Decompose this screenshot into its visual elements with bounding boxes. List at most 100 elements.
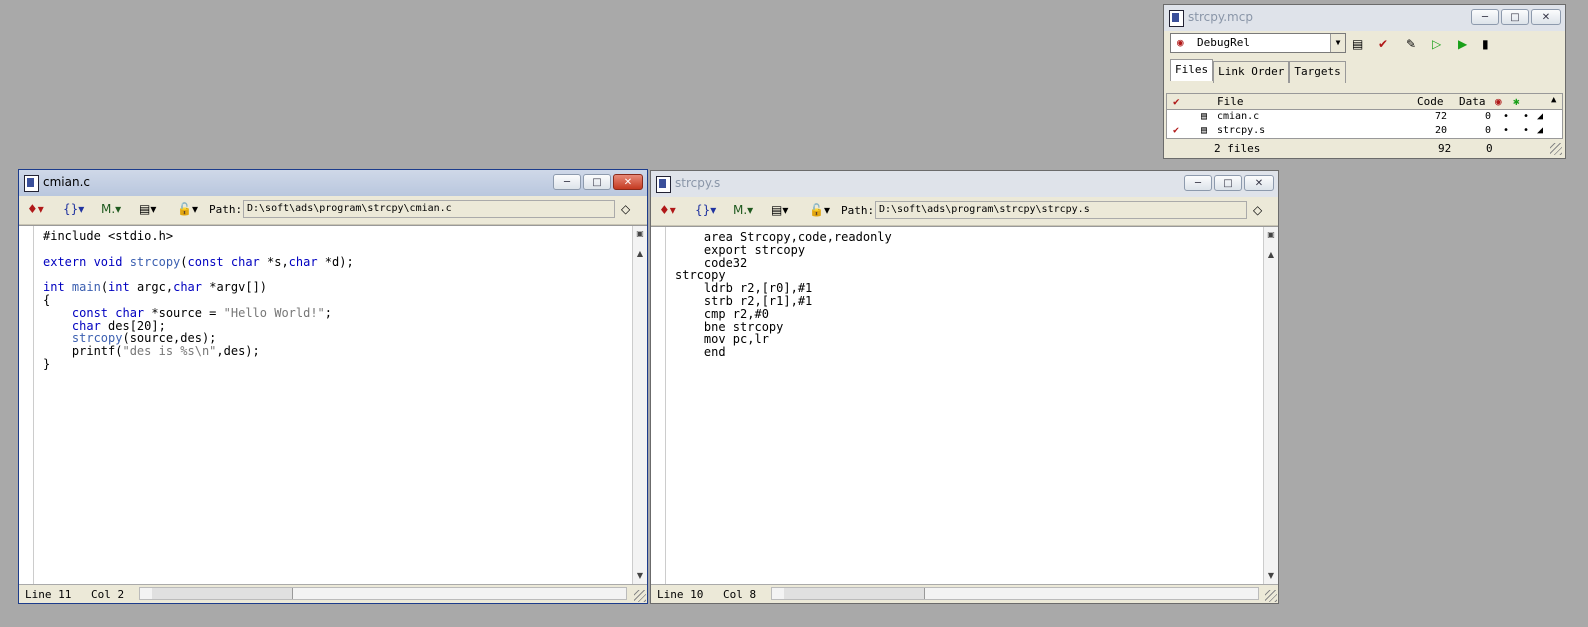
code-editor[interactable]: area Strcopy,code,readonly export strcop… <box>651 226 1278 584</box>
code-token: char <box>288 254 318 269</box>
editor-window-strcpy[interactable]: strcpy.s ─ □ ✕ ♦▾ {}▾ M.▾ ▤▾ 🔓▾ Path: D:… <box>650 170 1279 604</box>
debug-dot[interactable]: • <box>1503 125 1509 136</box>
close-button[interactable]: ✕ <box>613 174 643 190</box>
vertical-scrollbar[interactable]: ▣ ▲ ▼ <box>1263 227 1278 584</box>
code-token: int <box>108 280 130 295</box>
code-token: extern void <box>43 254 130 269</box>
data-size: 0 <box>1485 125 1492 136</box>
code-token: char <box>173 280 202 295</box>
close-button[interactable]: ✕ <box>1244 175 1274 191</box>
code-column-header[interactable]: Code <box>1417 95 1444 108</box>
code-token: end <box>675 345 726 360</box>
settings-icon[interactable]: ▤ <box>1352 37 1363 51</box>
editor-window-cmian[interactable]: cmian.c ─ □ ✕ ♦▾ {}▾ M.▾ ▤▾ 🔓▾ Path: D:\… <box>18 169 648 604</box>
file-menu-icon[interactable]: ◢ <box>1537 125 1543 136</box>
horizontal-scrollbar[interactable] <box>139 587 627 600</box>
scroll-thumb[interactable] <box>152 588 293 599</box>
minimize-button[interactable]: ─ <box>1184 175 1212 191</box>
target-icon: ◉ <box>1177 36 1184 49</box>
scroll-thumb[interactable] <box>784 588 925 599</box>
title-bar[interactable]: strcpy.s ─ □ ✕ <box>651 171 1278 197</box>
run-icon[interactable]: ▶ <box>1458 37 1467 51</box>
file-menu-icon[interactable]: ◢ <box>1537 111 1543 122</box>
synchronize-icon[interactable]: ✔ <box>1378 37 1388 51</box>
target-column-icon[interactable]: ✱ <box>1513 95 1520 108</box>
maximize-button[interactable]: □ <box>1214 175 1242 191</box>
device-icon[interactable]: ▮ <box>1482 37 1489 51</box>
code-line[interactable]: printf("des is %s\n",des); <box>43 345 354 358</box>
options-diamond-icon[interactable]: ◇ <box>1253 203 1262 217</box>
window-title: strcpy.mcp <box>1188 10 1253 24</box>
table-row[interactable]: ▤ cmian.c 72 0 • • ◢ <box>1167 110 1562 124</box>
code-token: const char <box>187 254 260 269</box>
functions-menu-icon[interactable]: {}▾ <box>63 202 84 216</box>
split-pane-icon[interactable]: ▣ <box>1265 229 1277 241</box>
vertical-scrollbar[interactable]: ▣ ▲ ▼ <box>632 226 647 584</box>
close-button[interactable]: ✕ <box>1531 9 1561 25</box>
tab-link-order[interactable]: Link Order <box>1213 61 1290 83</box>
target-dot[interactable]: • <box>1523 125 1529 136</box>
split-pane-icon[interactable]: ▣ <box>634 228 646 240</box>
scroll-down-icon[interactable]: ▼ <box>1265 570 1277 582</box>
code-token: } <box>43 356 51 371</box>
horizontal-scrollbar[interactable] <box>771 587 1259 600</box>
code-line[interactable]: int main(int argc,char *argv[]) <box>43 281 354 294</box>
document-settings-icon[interactable]: ▤▾ <box>139 202 156 216</box>
minimize-button[interactable]: ─ <box>553 174 581 190</box>
editor-toolbar: ♦▾ {}▾ M.▾ ▤▾ 🔓▾ Path: D:\soft\ads\progr… <box>651 197 1278 226</box>
code-token: *argv[]) <box>202 280 268 295</box>
table-row[interactable]: ✔ ▤ strcpy.s 20 0 • • ◢ <box>1167 124 1562 138</box>
make-icon[interactable]: ✎ <box>1406 37 1416 51</box>
touched-check-icon[interactable]: ✔ <box>1173 125 1179 136</box>
code-line[interactable]: end <box>675 346 892 359</box>
minimize-button[interactable]: ─ <box>1471 9 1499 25</box>
markers-menu-icon[interactable]: M.▾ <box>733 203 753 217</box>
code-token: ; <box>324 305 333 320</box>
path-label: Path: <box>841 204 875 217</box>
target-dot[interactable]: • <box>1523 111 1529 122</box>
lock-icon[interactable]: 🔓▾ <box>809 203 830 217</box>
touched-column-icon[interactable]: ✔ <box>1173 95 1180 108</box>
maximize-button[interactable]: □ <box>583 174 611 190</box>
debug-dot[interactable]: • <box>1503 111 1509 122</box>
code-line[interactable]: } <box>43 358 354 371</box>
resize-grip[interactable] <box>634 590 646 602</box>
file-icon: ▤ <box>1201 111 1208 122</box>
resize-grip[interactable] <box>1550 143 1562 155</box>
scroll-up-icon[interactable]: ▲ <box>634 248 646 260</box>
line-indicator: Line 10 <box>657 588 704 601</box>
scroll-up-icon[interactable]: ▲ <box>1265 249 1277 261</box>
resize-grip[interactable] <box>1265 590 1277 602</box>
scroll-down-icon[interactable]: ▼ <box>634 570 646 582</box>
chevron-down-icon[interactable]: ▼ <box>1330 34 1345 52</box>
scroll-up-icon[interactable]: ▲ <box>1551 95 1556 105</box>
code-token: *d); <box>317 254 354 269</box>
code-line[interactable]: #include <stdio.h> <box>43 230 354 243</box>
target-select[interactable]: ◉ DebugRel ▼ <box>1170 33 1346 53</box>
debug-icon[interactable]: ▷ <box>1432 37 1441 51</box>
project-window[interactable]: strcpy.mcp ─ □ ✕ ◉ DebugRel ▼ ▤ ✔ ✎ ▷ ▶ … <box>1163 4 1566 159</box>
code-editor[interactable]: #include <stdio.h> extern void strcopy(c… <box>19 225 647 584</box>
code-token: #include <stdio.h> <box>43 229 174 243</box>
title-bar[interactable]: cmian.c ─ □ ✕ <box>19 170 647 196</box>
source-code[interactable]: #include <stdio.h> extern void strcopy(c… <box>43 230 354 371</box>
header-files-icon[interactable]: ♦▾ <box>659 203 676 217</box>
file-column-header[interactable]: File <box>1217 95 1244 108</box>
code-line[interactable]: extern void strcopy(const char *s,char *… <box>43 254 354 269</box>
data-column-header[interactable]: Data <box>1459 95 1486 108</box>
header-files-icon[interactable]: ♦▾ <box>27 202 44 216</box>
title-bar[interactable]: strcpy.mcp ─ □ ✕ <box>1164 5 1565 31</box>
tab-targets[interactable]: Targets <box>1289 61 1346 83</box>
code-token: ,des); <box>216 344 260 359</box>
tab-files[interactable]: Files <box>1170 59 1214 81</box>
markers-menu-icon[interactable]: M.▾ <box>101 202 121 216</box>
options-diamond-icon[interactable]: ◇ <box>621 202 630 216</box>
path-field: D:\soft\ads\program\strcpy\cmian.c <box>243 200 615 218</box>
document-settings-icon[interactable]: ▤▾ <box>771 203 788 217</box>
source-code[interactable]: area Strcopy,code,readonly export strcop… <box>675 231 892 359</box>
lock-icon[interactable]: 🔓▾ <box>177 202 198 216</box>
file-name: strcpy.s <box>1217 125 1266 136</box>
maximize-button[interactable]: □ <box>1501 9 1529 25</box>
debug-column-icon[interactable]: ◉ <box>1495 95 1502 108</box>
functions-menu-icon[interactable]: {}▾ <box>695 203 716 217</box>
